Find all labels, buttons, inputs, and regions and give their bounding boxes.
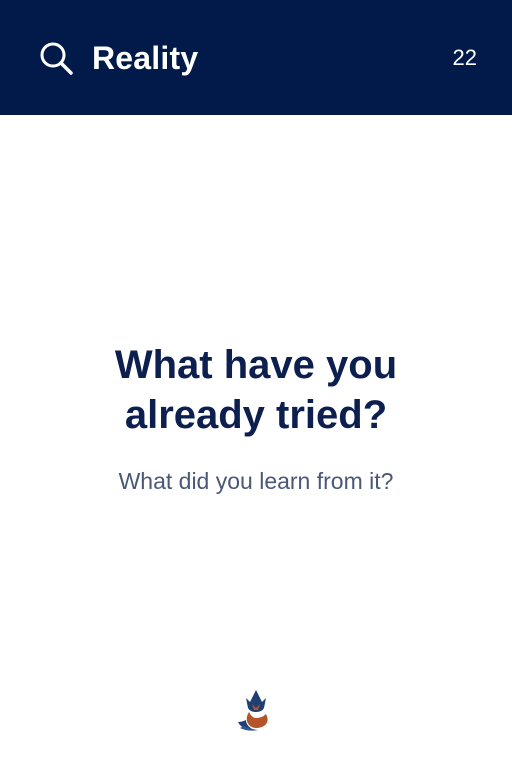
- card-header: Reality 22: [0, 0, 512, 115]
- search-button[interactable]: [38, 40, 76, 78]
- search-icon: [40, 42, 73, 75]
- question-card: Reality 22 What have you already tried? …: [0, 0, 512, 768]
- follow-up-prompt: What did you learn from it?: [118, 468, 394, 494]
- fox-logo-icon: [236, 688, 276, 732]
- question-text: What have you already tried?: [114, 343, 398, 437]
- category-title: Reality: [92, 40, 199, 76]
- card-number: 22: [452, 45, 477, 70]
